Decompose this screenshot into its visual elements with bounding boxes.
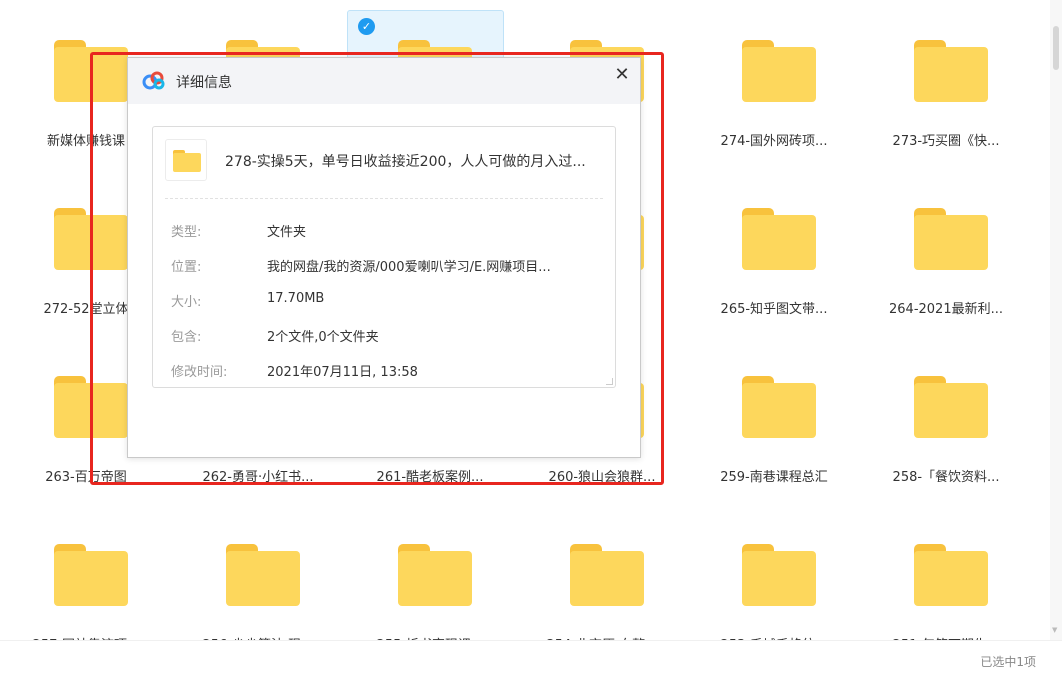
close-icon[interactable]: ✕ — [610, 63, 634, 87]
folder-icon — [742, 544, 816, 606]
folder-icon — [398, 544, 472, 606]
folder-icon — [914, 544, 988, 606]
folder-name: 259-南巷课程总汇 — [720, 470, 828, 485]
folder-item[interactable]: 274-国外网砖项... — [688, 0, 860, 168]
divider — [165, 198, 603, 199]
folder-name: 262-勇哥·小红书... — [202, 470, 314, 485]
folder-item[interactable]: 255-拆书变现课... — [344, 504, 516, 640]
baidu-netdisk-logo-icon — [142, 71, 165, 90]
folder-icon — [742, 376, 816, 438]
folder-icon — [914, 376, 988, 438]
folder-icon — [54, 544, 128, 606]
check-circle-icon[interactable]: ✓ — [358, 18, 375, 35]
folder-icon — [54, 376, 128, 438]
folder-icon — [226, 544, 300, 606]
folder-icon — [742, 208, 816, 270]
folder-item[interactable]: 251-年筑下期生... — [860, 504, 1032, 640]
folder-item[interactable]: 256-尖尖算法·现... — [172, 504, 344, 640]
folder-icon — [742, 40, 816, 102]
resize-handle[interactable] — [606, 378, 613, 385]
folder-name: 273-巧买圈《快... — [892, 134, 1000, 149]
folder-icon — [54, 208, 128, 270]
status-bar: 已选中1项 — [0, 640, 1062, 673]
details-panel: 278-实操5天，单号日收益接近200，人人可做的月入过... 类型: 文件夹 … — [152, 126, 616, 388]
folder-icon — [914, 208, 988, 270]
folder-name: 260-狼山会狼群... — [548, 470, 656, 485]
vertical-scrollbar[interactable]: ▼ — [1050, 0, 1062, 640]
dialog-title: 详细信息 — [176, 75, 232, 91]
scrollbar-thumb[interactable] — [1053, 26, 1059, 70]
selection-count: 已选中1项 — [980, 655, 1036, 669]
folder-item[interactable]: 253-千城千格仿... — [688, 504, 860, 640]
folder-item[interactable]: 257-网站靠流项... — [0, 504, 172, 640]
folder-name: 261-酷老板案例... — [376, 470, 484, 485]
folder-icon — [570, 544, 644, 606]
file-name: 278-实操5天，单号日收益接近200，人人可做的月入过... — [225, 154, 586, 170]
folder-icon — [54, 40, 128, 102]
folder-item[interactable]: 273-巧买圈《快... — [860, 0, 1032, 168]
folder-name: 274-国外网砖项... — [720, 134, 828, 149]
folder-name: 263-百万帝图 — [45, 470, 127, 485]
folder-item[interactable]: 259-南巷课程总汇 — [688, 336, 860, 504]
folder-item[interactable]: 258-「餐饮资料... — [860, 336, 1032, 504]
folder-name: 265-知乎图文带... — [720, 302, 828, 317]
folder-item[interactable]: 254-北京原·白整... — [516, 504, 688, 640]
folder-name: 264-2021最新利... — [889, 302, 1003, 317]
folder-item[interactable]: 264-2021最新利... — [860, 168, 1032, 336]
dialog-titlebar[interactable]: 详细信息 ✕ — [128, 58, 640, 104]
folder-item[interactable]: 265-知乎图文带... — [688, 168, 860, 336]
folder-name: 258-「餐饮资料... — [892, 470, 1000, 485]
folder-icon — [914, 40, 988, 102]
folder-icon — [165, 139, 207, 181]
scroll-down-arrow-icon[interactable]: ▼ — [1052, 626, 1057, 634]
details-dialog: 详细信息 ✕ 278-实操5天，单号日收益接近200，人人可做的月入过... 类… — [127, 57, 641, 458]
